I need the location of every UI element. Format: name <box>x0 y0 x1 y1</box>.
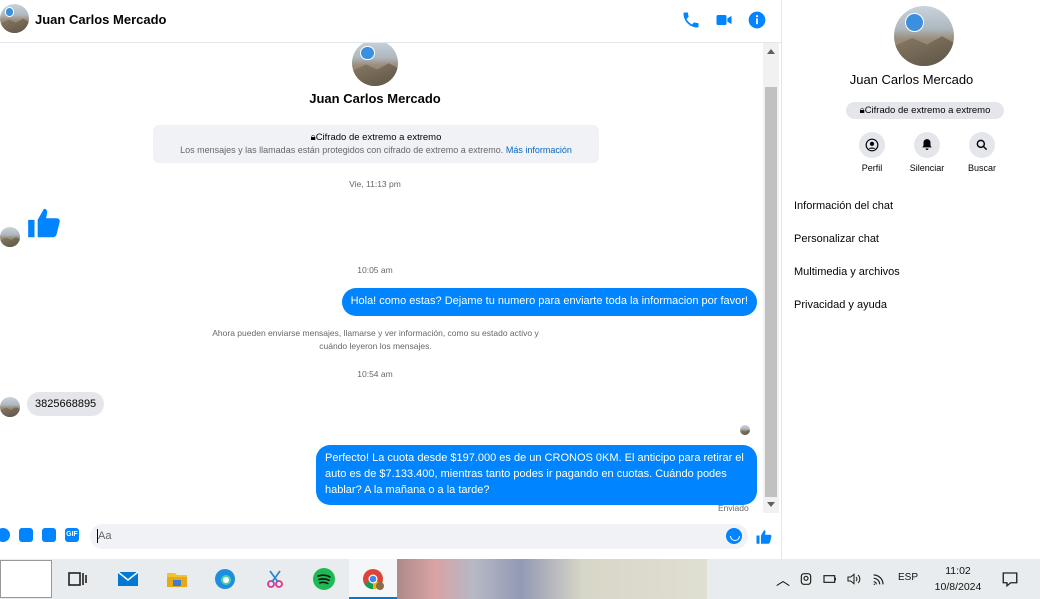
notifications-icon[interactable] <box>1001 570 1019 588</box>
profile-action[interactable]: Perfil <box>854 132 890 173</box>
tray-chevron-up-icon[interactable]: ︿ <box>776 570 790 590</box>
plus-icon[interactable] <box>0 528 10 542</box>
scroll-down-arrow-icon[interactable] <box>767 502 775 507</box>
profile-icon <box>865 138 879 152</box>
panel-avatar[interactable] <box>894 6 954 66</box>
snipping-tool-icon[interactable] <box>263 567 287 591</box>
battery-icon[interactable] <box>821 571 839 587</box>
outgoing-message[interactable]: Hola! como estas? Dejame tu numero para … <box>341 288 757 316</box>
panel-contact-name: Juan Carlos Mercado <box>849 72 974 87</box>
like-button-icon[interactable] <box>755 528 773 546</box>
chrome-icon <box>363 569 384 590</box>
timestamp: 10:05 am <box>357 265 393 275</box>
edge-browser-icon[interactable] <box>213 567 237 591</box>
emoji-icon[interactable] <box>726 528 742 544</box>
chat-header: Juan Carlos Mercado <box>0 0 781 43</box>
search-icon <box>976 139 988 151</box>
bell-icon <box>922 139 932 150</box>
encryption-title: Cifrado de extremo a extremo <box>315 132 442 143</box>
menu-item-media-files[interactable]: Multimedia y archivos <box>794 259 900 292</box>
wifi-icon[interactable] <box>871 571 887 587</box>
taskbar-background <box>397 559 707 599</box>
scroll-up-arrow-icon[interactable] <box>767 49 775 54</box>
gif-icon[interactable]: GIF <box>65 528 79 542</box>
contact-avatar-small <box>0 397 20 417</box>
task-view-icon[interactable] <box>65 567 89 591</box>
menu-item-customize-chat[interactable]: Personalizar chat <box>794 226 900 259</box>
system-notice: Ahora pueden enviarse mensajes, llamarse… <box>212 328 539 351</box>
info-icon[interactable] <box>747 10 767 30</box>
volume-icon[interactable] <box>846 571 862 587</box>
message-input-placeholder: Aa <box>98 530 112 542</box>
encryption-notice: 🔒︎Cifrado de extremo a extremo Los mensa… <box>153 125 599 163</box>
taskbar-active-app[interactable] <box>349 559 397 599</box>
image-icon[interactable] <box>19 528 33 542</box>
mute-action[interactable]: Silenciar <box>909 132 945 173</box>
like-sticker-icon <box>28 208 60 238</box>
clock-date: 10/8/2024 <box>934 581 982 593</box>
clock-time: 11:02 <box>945 565 971 577</box>
outgoing-message[interactable]: Perfecto! La cuota desde $197.000 es de … <box>316 445 757 505</box>
language-indicator[interactable]: ESP <box>898 572 918 583</box>
scrollbar[interactable] <box>763 43 779 513</box>
taskbar-search-box[interactable] <box>0 560 52 598</box>
more-info-link[interactable]: Más información <box>506 145 572 155</box>
contact-avatar-small <box>0 227 20 247</box>
scrollbar-thumb[interactable] <box>765 87 777 497</box>
sent-status: Enviado <box>718 503 749 513</box>
search-action[interactable]: Buscar <box>964 132 1000 173</box>
message-input[interactable]: Aa <box>90 524 748 549</box>
incoming-message[interactable]: 3825668895 <box>27 392 105 416</box>
video-call-icon[interactable] <box>714 10 734 30</box>
panel-menu: Información del chat Personalizar chat M… <box>794 193 900 325</box>
composer: GIF Aa <box>0 520 781 554</box>
encryption-pill: 🔒︎Cifrado de extremo a extremo <box>846 102 1004 119</box>
timestamp: Vie, 11:13 pm <box>349 179 401 189</box>
contact-name[interactable]: Juan Carlos Mercado <box>35 12 167 27</box>
chat-info-panel: Juan Carlos Mercado 🔒︎Cifrado de extremo… <box>781 0 1040 559</box>
taskbar-clock[interactable]: 11:02 10/8/2024 <box>925 563 991 595</box>
sticker-icon[interactable] <box>42 528 56 542</box>
spotify-icon[interactable] <box>312 567 336 591</box>
profile-name: Juan Carlos Mercado <box>309 91 441 106</box>
messenger-app: Juan Carlos Mercado Juan Carlos Mercado … <box>0 0 1040 559</box>
message-list[interactable]: Juan Carlos Mercado 🔒︎Cifrado de extremo… <box>0 43 781 517</box>
profile-avatar[interactable] <box>352 43 398 86</box>
phone-call-icon[interactable] <box>681 10 701 30</box>
seen-avatar <box>740 425 750 435</box>
menu-item-chat-info[interactable]: Información del chat <box>794 193 900 226</box>
timestamp: 10:54 am <box>357 369 393 379</box>
windows-taskbar: ︿ ESP 11:02 10/8/2024 <box>0 559 1040 599</box>
menu-item-privacy-help[interactable]: Privacidad y ayuda <box>794 292 900 325</box>
contact-avatar[interactable] <box>0 4 29 33</box>
meet-now-icon[interactable] <box>798 571 814 587</box>
file-explorer-icon[interactable] <box>165 567 189 591</box>
encryption-body: Los mensajes y las llamadas están proteg… <box>180 145 504 155</box>
mail-icon[interactable] <box>116 567 140 591</box>
